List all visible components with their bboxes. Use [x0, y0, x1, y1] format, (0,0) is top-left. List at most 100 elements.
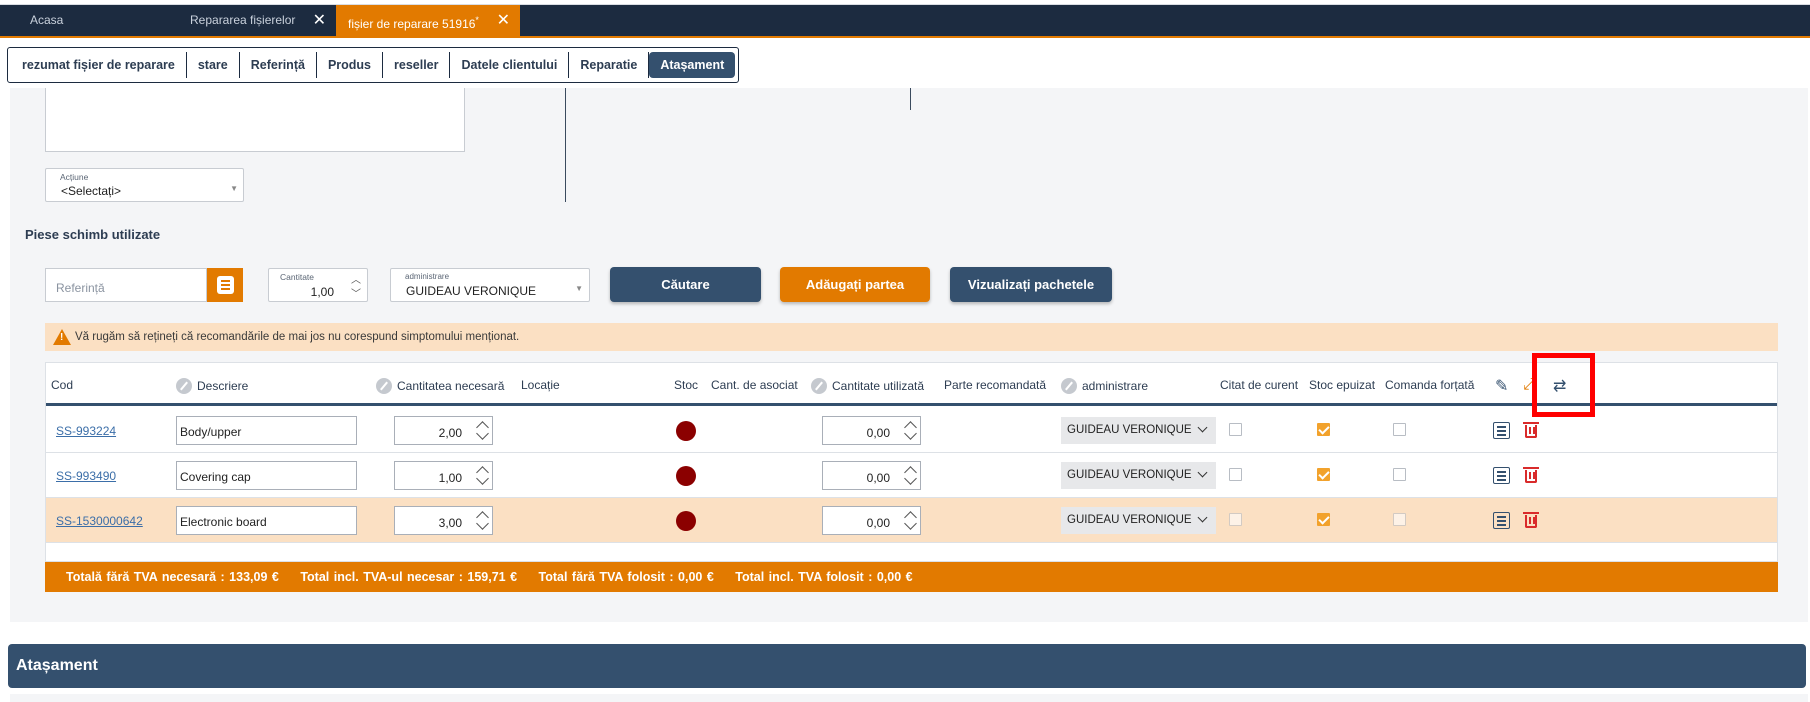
admin-dropdown[interactable]: GUIDEAU VERONIQUE	[1061, 462, 1216, 489]
caret-down-icon: ▼	[575, 284, 583, 293]
edit-icon	[1061, 378, 1077, 394]
chevron-down-icon[interactable]: ﹀	[351, 285, 361, 300]
divider	[565, 88, 566, 202]
description-input[interactable]: Body/upper	[176, 416, 357, 445]
qty-used-value: 0,00	[866, 471, 890, 485]
col-label: administrare	[1082, 379, 1149, 393]
qty-used-value: 0,00	[866, 426, 890, 440]
description-input[interactable]: Electronic board	[176, 506, 357, 535]
details-icon[interactable]	[1493, 467, 1510, 484]
nav-attachment[interactable]: Atașament	[649, 52, 736, 78]
tab-home[interactable]: Acasa	[18, 5, 178, 36]
quoted-checkbox[interactable]	[1229, 513, 1242, 526]
quoted-checkbox[interactable]	[1229, 423, 1242, 436]
nav-product[interactable]: Produs	[317, 52, 383, 78]
chevron-up-icon[interactable]: ︿	[351, 271, 361, 286]
out-of-stock-checkbox[interactable]	[1317, 468, 1330, 481]
reference-lookup-button[interactable]	[207, 268, 243, 302]
part-code-link[interactable]: SS-993224	[56, 424, 116, 438]
qty-needed-stepper[interactable]: 3,00	[394, 506, 493, 535]
forced-order-checkbox[interactable]	[1393, 423, 1406, 436]
close-icon[interactable]: ✕	[497, 5, 510, 36]
forced-order-checkbox[interactable]	[1393, 513, 1406, 526]
tab-label: Repararea fișierelor	[190, 13, 296, 27]
col-label: Descriere	[197, 379, 249, 393]
delete-icon[interactable]	[1523, 466, 1539, 484]
qty-used-value: 0,00	[866, 516, 890, 530]
qty-needed-stepper[interactable]: 1,00	[394, 461, 493, 490]
tab-label: Acasa	[30, 13, 64, 27]
chevron-down-icon	[1197, 422, 1208, 433]
nav-reseller[interactable]: reseller	[383, 52, 451, 78]
nav-repair[interactable]: Reparatie	[569, 52, 650, 78]
table-row: SS-993490 Covering cap 1,00 0,00 GUIDEAU…	[46, 453, 1777, 498]
col-admin[interactable]: administrare	[1061, 378, 1148, 394]
qty-needed-value: 1,00	[438, 471, 462, 485]
totals-bar: Totală fără TVA necesară : 133,09 € Tota…	[45, 562, 1778, 592]
nav-repair-summary[interactable]: rezumat fișier de reparare	[11, 52, 187, 78]
list-icon	[217, 276, 234, 294]
caret-down-icon: ▼	[230, 184, 238, 193]
out-of-stock-checkbox[interactable]	[1317, 513, 1330, 526]
admin-dropdown-value: GUIDEAU VERONIQUE	[1067, 469, 1192, 481]
search-button[interactable]: Căutare	[610, 267, 761, 302]
admin-select[interactable]: administrare GUIDEAU VERONIQUE ▼	[390, 268, 590, 302]
stock-status-dot	[676, 466, 696, 486]
quantity-stepper[interactable]: Cantitate 1,00 ︿ ﹀	[268, 268, 368, 302]
modified-marker: *	[475, 15, 479, 25]
tab-label: fișier de reparare 51916	[348, 17, 476, 31]
admin-select-value: GUIDEAU VERONIQUE	[406, 284, 537, 298]
delete-icon[interactable]	[1523, 511, 1539, 529]
qty-needed-value: 3,00	[438, 516, 462, 530]
description-input[interactable]: Covering cap	[176, 461, 357, 490]
add-part-button[interactable]: Adăugați partea	[780, 267, 930, 302]
table-row: SS-993224 Body/upper 2,00 0,00 GUIDEAU V…	[46, 408, 1777, 453]
total-net-needed: Totală fără TVA necesară : 133,09 €	[66, 570, 279, 584]
tab-repair-file-51916[interactable]: fișier de reparare 51916* ✕	[336, 5, 520, 36]
qty-used-stepper[interactable]: 0,00	[822, 461, 921, 490]
col-qty-used[interactable]: Cantitate utilizată	[811, 378, 924, 394]
view-packages-button[interactable]: Vizualizați pachetele	[950, 267, 1112, 302]
qty-used-stepper[interactable]: 0,00	[822, 506, 921, 535]
qty-needed-stepper[interactable]: 2,00	[394, 416, 493, 445]
close-icon[interactable]: ✕	[313, 5, 326, 36]
forced-order-checkbox[interactable]	[1393, 468, 1406, 481]
out-of-stock-checkbox[interactable]	[1317, 423, 1330, 436]
admin-dropdown[interactable]: GUIDEAU VERONIQUE	[1061, 507, 1216, 534]
details-icon[interactable]	[1493, 512, 1510, 529]
col-description[interactable]: Descriere	[176, 378, 248, 394]
parts-table: Cod Descriere Cantitatea necesară Locați…	[45, 362, 1778, 562]
qty-used-stepper[interactable]: 0,00	[822, 416, 921, 445]
reference-input[interactable]: Referință	[45, 268, 207, 302]
action-select-label: Acțiune	[60, 172, 89, 182]
details-icon[interactable]	[1493, 422, 1510, 439]
nav-reference[interactable]: Referință	[240, 52, 317, 78]
action-select[interactable]: Acțiune <Selectați> ▼	[45, 168, 244, 202]
delete-icon[interactable]	[1523, 421, 1539, 439]
total-gross-needed: Total incl. TVA-ul necesar : 159,71 €	[300, 570, 518, 584]
edit-icon	[811, 378, 827, 394]
admin-dropdown[interactable]: GUIDEAU VERONIQUE	[1061, 417, 1216, 444]
col-quoted[interactable]: Citat de curent	[1220, 378, 1298, 392]
total-gross-used: Total incl. TVA folosit : 0,00 €	[735, 570, 913, 584]
notes-textarea[interactable]	[45, 88, 465, 152]
nav-client-data[interactable]: Datele clientului	[450, 52, 570, 78]
warning-icon: !	[53, 329, 71, 345]
part-code-link[interactable]: SS-993490	[56, 469, 116, 483]
highlight-box	[1532, 353, 1595, 417]
tab-repair-files[interactable]: Repararea fișierelor ✕	[178, 5, 336, 36]
col-location[interactable]: Locație	[521, 378, 560, 392]
part-code-link[interactable]: SS-1530000642	[56, 514, 143, 528]
col-code[interactable]: Cod	[51, 378, 73, 392]
col-out-of-stock[interactable]: Stoc epuizat	[1309, 378, 1375, 392]
col-forced-order[interactable]: Comanda forțată	[1385, 378, 1474, 392]
col-recommended[interactable]: Parte recomandată	[944, 378, 1046, 392]
stock-status-dot	[676, 511, 696, 531]
quoted-checkbox[interactable]	[1229, 468, 1242, 481]
col-stock[interactable]: Stoc	[674, 378, 698, 392]
col-qty-needed[interactable]: Cantitatea necesară	[376, 378, 504, 394]
pencil-ruler-icon[interactable]: ✎	[1495, 376, 1508, 396]
col-qty-assoc[interactable]: Cant. de asociat	[711, 378, 798, 392]
attachment-section-header[interactable]: Atașament	[8, 644, 1806, 688]
nav-status[interactable]: stare	[187, 52, 240, 78]
